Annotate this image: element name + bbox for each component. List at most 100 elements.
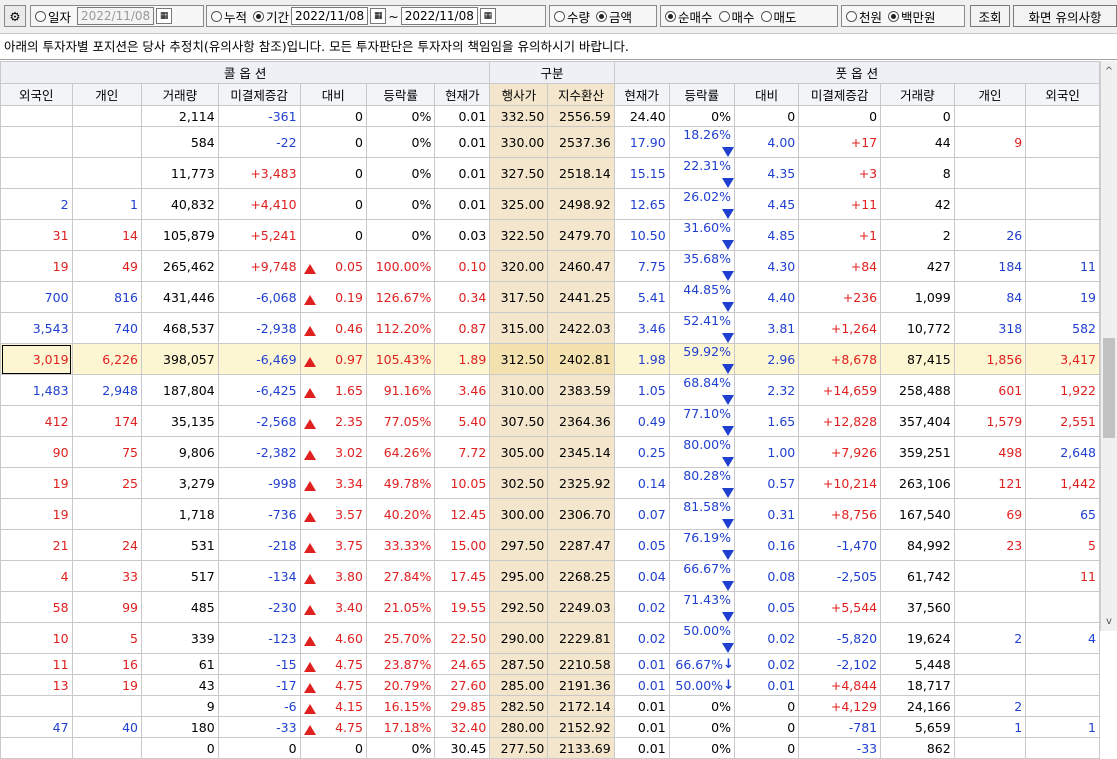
radio-million[interactable] [888, 10, 900, 22]
cell-value: 33 [122, 568, 138, 584]
radio-sell-label: 매도 [773, 9, 797, 25]
cell-call-oi-change: -123 [217, 622, 301, 654]
cell-value: 5.40 [458, 413, 487, 429]
single-date-input[interactable]: 2022/11/08 [77, 7, 155, 25]
radio-daily[interactable] [35, 10, 46, 22]
table-row[interactable]: 0 0 0 0% 30.45 277.50 2133.69 0.01 0% 0 -33 862 [0, 737, 1100, 759]
date-from-input[interactable]: 2022/11/08 [291, 7, 369, 25]
table-row[interactable]: 9 -6 4.15 16.15% 29.85 282.50 2172.14 0.01 0% 0 +4… [0, 695, 1100, 717]
table-row[interactable]: 11,773 +3,483 0 0% 0.01 327.50 2518.14 15.15 22.… [0, 157, 1100, 189]
cell-value: 2 [942, 227, 951, 243]
table-row[interactable]: 19 25 3,279 -998 3.34 49.78% 10.05 302.50 2325.9… [0, 467, 1100, 499]
cell-value: 77.10% [683, 406, 731, 422]
table-row[interactable]: 2,114 -361 0 0% 0.01 332.50 2556.59 24.40 0% 0 0 0 [0, 105, 1100, 127]
cell-value: 0.01 [637, 677, 666, 693]
cell-value: 71.43% [683, 592, 731, 608]
cell-call-oi-change: -6,469 [217, 343, 301, 375]
cell-value: 11,773 [170, 165, 215, 181]
cell-value: -781 [848, 719, 878, 735]
table-row[interactable]: 58 99 485 -230 3.40 21.05% 19.55 292.50 2249.03 0… [0, 591, 1100, 623]
cell-call-price: 15.00 [434, 529, 491, 561]
cell-put-foreign [1025, 674, 1100, 696]
table-row[interactable]: 700 816 431,446 -6,068 0.19 126.67% 0.34 317.50… [0, 281, 1100, 313]
cell-put-individual [953, 188, 1027, 220]
table-row[interactable]: 47 40 180 -33 4.75 17.18% 32.40 280.00 2152.92 0.… [0, 716, 1100, 738]
calendar-to-icon[interactable]: ▦ [479, 8, 496, 24]
triangle-up-icon [303, 542, 316, 553]
cell-call-change: 0.05 [299, 250, 367, 282]
vertical-scrollbar[interactable]: ^ v [1100, 61, 1117, 631]
cell-value: 2345.14 [559, 444, 611, 460]
radio-cumulative[interactable] [211, 10, 222, 22]
query-button[interactable]: 조회 [970, 5, 1010, 27]
cell-value: 305.00 [500, 444, 545, 460]
triangle-up-icon [303, 263, 316, 274]
radio-sell[interactable] [760, 10, 772, 22]
cell-put-price: 17.90 [613, 126, 670, 158]
cell-call-foreign: 31 [0, 219, 73, 251]
table-row[interactable]: 3,019 6,226 398,057 -6,469 0.97 105.43% 1.89 31… [0, 343, 1100, 375]
table-row[interactable]: 4 33 517 -134 3.80 27.84% 17.45 295.00 2268.25 0.… [0, 560, 1100, 592]
cell-index-equiv: 2210.58 [547, 653, 615, 675]
cell-call-individual: 6,226 [71, 343, 142, 375]
radio-qty[interactable] [554, 10, 565, 22]
cell-value: 0.19 [335, 289, 363, 305]
cell-call-oi-change: -6 [217, 695, 301, 717]
cell-call-individual: 5 [71, 622, 142, 654]
notes-button[interactable]: 화면 유의사항 [1013, 5, 1117, 27]
cell-value: 2152.92 [559, 719, 611, 735]
radio-range[interactable] [253, 10, 265, 22]
col-header-index-equiv: 지수환산 [547, 83, 615, 106]
table-row[interactable]: 1,483 2,948 187,804 -6,425 1.65 91.16% 3.46 310… [0, 374, 1100, 406]
cell-value: 2249.03 [559, 599, 611, 615]
cell-put-rate: 80.00% [668, 436, 735, 468]
radio-qty-label: 수량 [567, 9, 591, 25]
cell-put-price: 0.25 [613, 436, 670, 468]
cell-value: 2229.81 [559, 630, 611, 646]
cell-value: 2210.58 [559, 656, 611, 672]
cell-value: 1,579 [986, 413, 1023, 429]
cell-value: 7.72 [458, 444, 487, 460]
cell-put-rate: 59.92% [668, 343, 735, 375]
table-row[interactable]: 31 14 105,879 +5,241 0 0% 0.03 322.50 2479.70 10.… [0, 219, 1100, 251]
table-row[interactable]: 11 16 61 -15 4.75 23.87% 24.65 287.50 2210.58 0.0… [0, 653, 1100, 675]
cell-put-individual: 23 [953, 529, 1027, 561]
table-row[interactable]: 2 1 40,832 +4,410 0 0% 0.01 325.00 2498.92 12.65 2… [0, 188, 1100, 220]
cell-value: +12,828 [822, 413, 878, 429]
table-row[interactable]: 90 75 9,806 -2,382 3.02 64.26% 7.72 305.00 2345.… [0, 436, 1100, 468]
cell-value: 87,415 [906, 351, 951, 367]
cell-value: 0.87 [458, 320, 487, 336]
table-row[interactable]: 19 1,718 -736 3.57 40.20% 12.45 300.00 2306.70 0… [0, 498, 1100, 530]
radio-buy[interactable] [718, 10, 730, 22]
calendar-icon[interactable]: ▦ [156, 8, 173, 24]
scroll-up-icon[interactable]: ^ [1101, 63, 1117, 80]
cell-call-volume: 2,114 [140, 105, 219, 127]
cell-call-oi-change: -2,382 [217, 436, 301, 468]
cell-value: 26.02% [683, 189, 731, 205]
cell-put-oi-change: -2,102 [798, 653, 882, 675]
date-to-input[interactable]: 2022/11/08 [400, 7, 478, 25]
table-row[interactable]: 3,543 740 468,537 -2,938 0.46 112.20% 0.87 315.… [0, 312, 1100, 344]
radio-amount[interactable] [596, 10, 608, 22]
radio-net[interactable] [665, 10, 676, 22]
cell-value: 80.28% [683, 468, 731, 484]
cell-put-volume: 357,404 [880, 405, 955, 437]
cell-value: 80.00% [683, 437, 731, 453]
cell-put-price: 7.75 [613, 250, 670, 282]
table-row[interactable]: 21 24 531 -218 3.75 33.33% 15.00 297.50 2287.47 0… [0, 529, 1100, 561]
cell-value: 16 [122, 656, 138, 672]
table-row[interactable]: 584 -22 0 0% 0.01 330.00 2537.36 17.90 18.26% 4.0… [0, 126, 1100, 158]
table-row[interactable]: 13 19 43 -17 4.75 20.79% 27.60 285.00 2191.36 0.0… [0, 674, 1100, 696]
table-row[interactable]: 10 5 339 -123 4.60 25.70% 22.50 290.00 2229.81 0.… [0, 622, 1100, 654]
cell-put-price: 0.02 [613, 622, 670, 654]
table-row[interactable]: 412 174 35,135 -2,568 2.35 77.05% 5.40 307.50 23… [0, 405, 1100, 437]
settings-gear-icon[interactable]: ⚙ [4, 5, 26, 27]
table-row[interactable]: 19 49 265,462 +9,748 0.05 100.00% 0.10 320.00 24… [0, 250, 1100, 282]
calendar-from-icon[interactable]: ▦ [370, 8, 387, 24]
radio-krw[interactable] [846, 10, 857, 22]
scroll-down-icon[interactable]: v [1101, 613, 1117, 630]
scroll-thumb[interactable] [1103, 338, 1115, 438]
cell-value: 2402.81 [559, 351, 611, 367]
cell-index-equiv: 2402.81 [547, 343, 615, 375]
cell-put-price: 0.01 [613, 653, 670, 675]
